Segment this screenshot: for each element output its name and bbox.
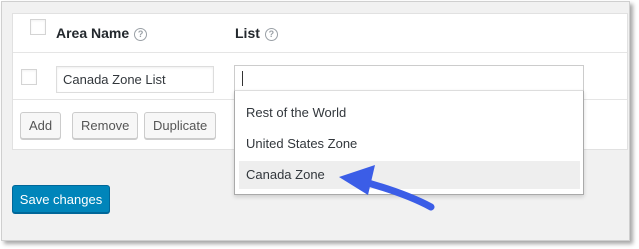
- list-header-label: List: [235, 25, 260, 41]
- area-name-header: Area Name?: [56, 25, 148, 41]
- area-name-header-label: Area Name: [56, 25, 130, 41]
- annotation-arrow-icon: [339, 165, 435, 211]
- option-united-states-zone[interactable]: United States Zone: [239, 130, 580, 158]
- save-changes-button[interactable]: Save changes: [12, 185, 110, 213]
- remove-button[interactable]: Remove: [72, 112, 139, 139]
- add-button[interactable]: Add: [20, 112, 62, 139]
- list-header: List?: [235, 25, 278, 41]
- option-rest-of-world[interactable]: Rest of the World: [239, 99, 580, 127]
- header-divider: [13, 52, 627, 53]
- area-name-input[interactable]: [56, 66, 214, 93]
- duplicate-button[interactable]: Duplicate: [144, 112, 217, 139]
- select-all-checkbox[interactable]: [30, 19, 46, 35]
- list-select-input[interactable]: [234, 65, 584, 91]
- text-cursor: [242, 71, 243, 86]
- row-checkbox[interactable]: [21, 69, 37, 85]
- help-icon[interactable]: ?: [134, 28, 148, 41]
- help-icon[interactable]: ?: [264, 28, 278, 41]
